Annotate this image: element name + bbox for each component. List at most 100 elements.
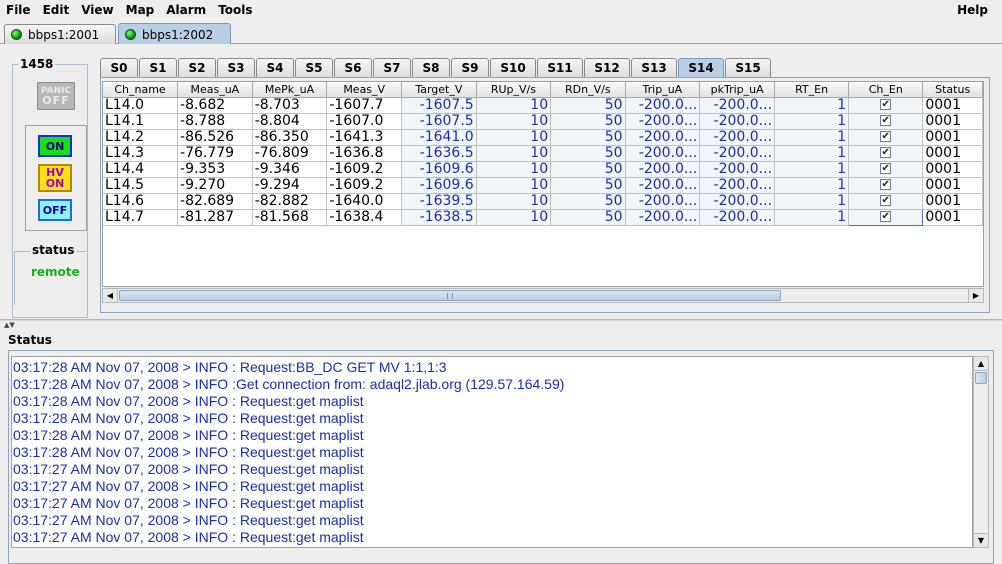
cell-trip-ua[interactable]: -200.0... bbox=[625, 145, 701, 162]
menu-help[interactable]: Help bbox=[951, 3, 994, 17]
cell-target-v[interactable]: -1609.6 bbox=[401, 161, 477, 178]
column-header-meas-ua[interactable]: Meas_uA bbox=[177, 82, 253, 98]
off-button[interactable]: OFF bbox=[38, 199, 72, 221]
cell-rt-en[interactable]: 1 bbox=[774, 161, 850, 178]
tab-slot-s5[interactable]: S5 bbox=[295, 58, 333, 78]
panic-off-button[interactable]: PANIC OFF bbox=[37, 82, 75, 110]
cell-trip-ua[interactable]: -200.0... bbox=[625, 97, 701, 114]
cell-rdn-v-s[interactable]: 50 bbox=[550, 193, 626, 210]
tab-slot-s13[interactable]: S13 bbox=[631, 58, 677, 78]
cell-rdn-v-s[interactable]: 50 bbox=[550, 129, 626, 146]
cell-trip-ua[interactable]: -200.0... bbox=[625, 113, 701, 130]
cell-rup-v-s[interactable]: 10 bbox=[476, 97, 552, 114]
cell-target-v[interactable]: -1607.5 bbox=[401, 97, 477, 114]
status-log[interactable]: 03:17:28 AM Nov 07, 2008 > INFO : Reques… bbox=[11, 356, 973, 548]
channel-enable-cell[interactable]: ✔ bbox=[848, 113, 924, 130]
table-row[interactable]: L14.1 -8.788 -8.804 -1607.0 -1607.5 10 50 -200.… bbox=[103, 113, 983, 130]
channel-enable-cell[interactable]: ✔ bbox=[848, 161, 924, 178]
tab-slot-s1[interactable]: S1 bbox=[139, 58, 177, 78]
on-button[interactable]: ON bbox=[38, 135, 72, 157]
tab-slot-s8[interactable]: S8 bbox=[412, 58, 450, 78]
table-row[interactable]: L14.3 -76.779 -76.809 -1636.8 -1636.5 10 50 -20… bbox=[103, 145, 983, 162]
cell-rdn-v-s[interactable]: 50 bbox=[550, 145, 626, 162]
horizontal-scrollbar[interactable]: ◀ ▶ bbox=[102, 288, 984, 303]
cell-rt-en[interactable]: 1 bbox=[774, 113, 850, 130]
tab-host-2002[interactable]: bbps1:2002 bbox=[118, 23, 231, 45]
vertical-scrollbar[interactable]: ▲ ▼ bbox=[973, 356, 989, 548]
cell-pktrip-ua[interactable]: -200.0... bbox=[699, 193, 776, 210]
table-row[interactable]: L14.2 -86.526 -86.350 -1641.3 -1641.0 10 50 -20… bbox=[103, 129, 983, 146]
menu-tools[interactable]: Tools bbox=[212, 3, 258, 17]
scroll-right-arrow-icon[interactable]: ▶ bbox=[968, 289, 983, 302]
tab-slot-s12[interactable]: S12 bbox=[584, 58, 630, 78]
channel-enable-checkbox[interactable]: ✔ bbox=[880, 99, 892, 110]
channel-enable-cell[interactable]: ✔ bbox=[848, 145, 924, 162]
column-header-rdn-v-s[interactable]: RDn_V/s bbox=[550, 82, 626, 98]
cell-rdn-v-s[interactable]: 50 bbox=[550, 97, 626, 114]
cell-trip-ua[interactable]: -200.0... bbox=[625, 209, 701, 226]
column-header-mepk-ua[interactable]: MePk_uA bbox=[252, 82, 328, 98]
table-row[interactable]: L14.4 -9.353 -9.346 -1609.2 -1609.6 10 50 -200.… bbox=[103, 161, 983, 178]
tab-slot-s10[interactable]: S10 bbox=[490, 58, 536, 78]
menu-file[interactable]: File bbox=[0, 3, 37, 17]
collapse-arrows-icon[interactable]: ▲▼ bbox=[4, 321, 15, 329]
column-header-rup-v-s[interactable]: RUp_V/s bbox=[476, 82, 552, 98]
cell-rup-v-s[interactable]: 10 bbox=[476, 177, 552, 194]
cell-rup-v-s[interactable]: 10 bbox=[476, 113, 552, 130]
cell-pktrip-ua[interactable]: -200.0... bbox=[699, 129, 776, 146]
channel-enable-cell[interactable]: ✔ bbox=[848, 97, 924, 114]
scroll-thumb[interactable] bbox=[975, 372, 987, 384]
cell-pktrip-ua[interactable]: -200.0... bbox=[699, 113, 776, 130]
channel-enable-checkbox[interactable]: ✔ bbox=[880, 195, 892, 206]
cell-rt-en[interactable]: 1 bbox=[774, 97, 850, 114]
cell-target-v[interactable]: -1639.5 bbox=[401, 193, 477, 210]
tab-slot-s9[interactable]: S9 bbox=[451, 58, 489, 78]
channel-enable-checkbox[interactable]: ✔ bbox=[880, 147, 892, 158]
channel-enable-cell[interactable]: ✔ bbox=[848, 177, 924, 194]
channel-enable-checkbox[interactable]: ✔ bbox=[880, 131, 892, 142]
cell-trip-ua[interactable]: -200.0... bbox=[625, 177, 701, 194]
tab-slot-s15[interactable]: S15 bbox=[725, 58, 771, 78]
cell-rt-en[interactable]: 1 bbox=[774, 193, 850, 210]
cell-pktrip-ua[interactable]: -200.0... bbox=[699, 97, 776, 114]
cell-rdn-v-s[interactable]: 50 bbox=[550, 209, 626, 226]
cell-rdn-v-s[interactable]: 50 bbox=[550, 161, 626, 178]
column-header-ch-en[interactable]: Ch_En bbox=[848, 82, 924, 98]
channel-enable-cell[interactable]: ✔ bbox=[848, 193, 924, 210]
cell-rup-v-s[interactable]: 10 bbox=[476, 145, 552, 162]
cell-rt-en[interactable]: 1 bbox=[774, 129, 850, 146]
tab-slot-s14[interactable]: S14 bbox=[678, 58, 724, 78]
cell-rt-en[interactable]: 1 bbox=[774, 145, 850, 162]
cell-rup-v-s[interactable]: 10 bbox=[476, 161, 552, 178]
menu-map[interactable]: Map bbox=[120, 3, 161, 17]
cell-trip-ua[interactable]: -200.0... bbox=[625, 161, 701, 178]
table-row[interactable]: L14.5 -9.270 -9.294 -1609.2 -1609.6 10 50 -200.… bbox=[103, 177, 983, 194]
channel-enable-checkbox[interactable]: ✔ bbox=[880, 163, 892, 174]
cell-target-v[interactable]: -1641.0 bbox=[401, 129, 477, 146]
split-pane-divider[interactable]: ▲▼ bbox=[0, 320, 1002, 329]
cell-trip-ua[interactable]: -200.0... bbox=[625, 129, 701, 146]
column-header-pktrip-ua[interactable]: pkTrip_uA bbox=[699, 82, 776, 98]
channel-enable-checkbox[interactable]: ✔ bbox=[880, 115, 892, 126]
column-header-target-v[interactable]: Target_V bbox=[401, 82, 477, 98]
cell-rup-v-s[interactable]: 10 bbox=[476, 193, 552, 210]
cell-rdn-v-s[interactable]: 50 bbox=[550, 113, 626, 130]
table-row[interactable]: L14.0 -8.682 -8.703 -1607.7 -1607.5 10 50 -200.… bbox=[103, 97, 983, 114]
tab-slot-s6[interactable]: S6 bbox=[334, 58, 372, 78]
scroll-thumb[interactable] bbox=[119, 290, 781, 301]
channel-enable-checkbox[interactable]: ✔ bbox=[880, 211, 892, 222]
tab-slot-s11[interactable]: S11 bbox=[537, 58, 583, 78]
table-row[interactable]: L14.6 -82.689 -82.882 -1640.0 -1639.5 10 50 -20… bbox=[103, 193, 983, 210]
cell-rup-v-s[interactable]: 10 bbox=[476, 209, 552, 226]
tab-slot-s0[interactable]: S0 bbox=[100, 58, 138, 78]
cell-rt-en[interactable]: 1 bbox=[774, 209, 850, 226]
tab-slot-s7[interactable]: S7 bbox=[373, 58, 411, 78]
cell-pktrip-ua[interactable]: -200.0... bbox=[699, 145, 776, 162]
cell-trip-ua[interactable]: -200.0... bbox=[625, 193, 701, 210]
column-header-rt-en[interactable]: RT_En bbox=[774, 82, 850, 98]
table-row[interactable]: L14.7 -81.287 -81.568 -1638.4 -1638.5 10 50 -20… bbox=[103, 208, 983, 226]
column-header-status[interactable]: Status bbox=[922, 82, 983, 98]
tab-slot-s2[interactable]: S2 bbox=[178, 58, 216, 78]
column-header-ch-name[interactable]: Ch_name bbox=[103, 82, 179, 98]
cell-pktrip-ua[interactable]: -200.0... bbox=[699, 177, 776, 194]
